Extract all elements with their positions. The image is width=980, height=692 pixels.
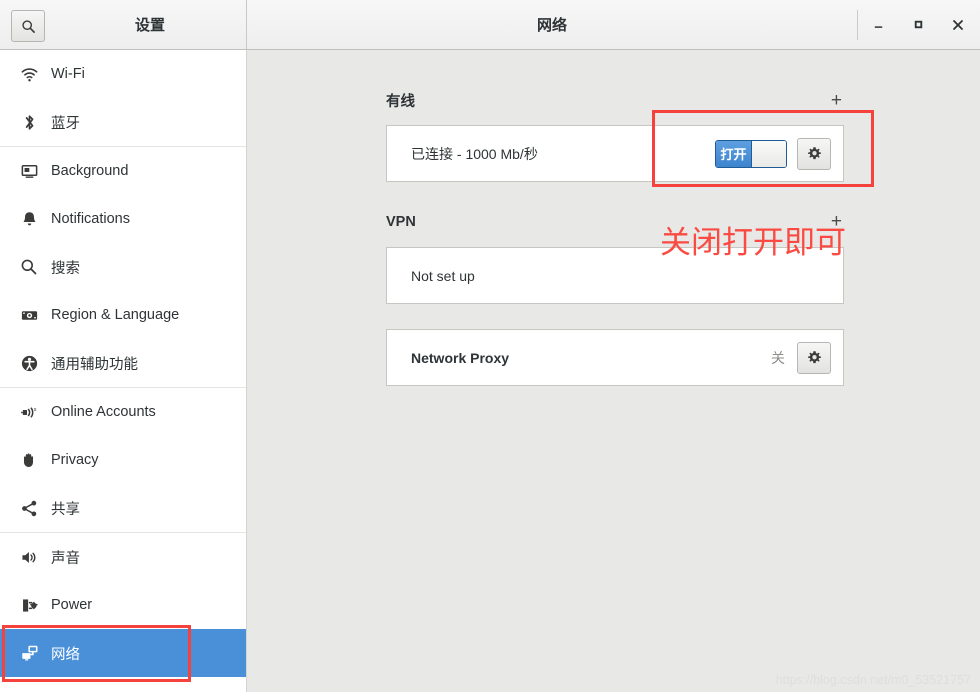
sidebar-item-power[interactable]: Power bbox=[0, 581, 246, 629]
sidebar-item-region-language[interactable]: Region & Language bbox=[0, 291, 246, 339]
vpn-section-title: VPN bbox=[386, 213, 416, 230]
search-button[interactable] bbox=[11, 10, 45, 42]
bell-icon bbox=[14, 210, 44, 229]
sidebar-item-background[interactable]: Background bbox=[0, 147, 246, 195]
online-accounts-icon: s bbox=[14, 403, 44, 422]
add-wired-connection-button[interactable]: + bbox=[829, 91, 844, 110]
sidebar-item-sound[interactable]: 声音 bbox=[0, 533, 246, 581]
sidebar-item-search[interactable]: 搜索 bbox=[0, 243, 246, 291]
network-proxy-card: Network Proxy 关 bbox=[386, 329, 844, 386]
privacy-hand-icon bbox=[14, 451, 44, 470]
settings-title: 设置 bbox=[134, 17, 165, 34]
maximize-icon bbox=[914, 20, 922, 29]
wired-settings-button[interactable] bbox=[797, 137, 831, 170]
share-icon bbox=[14, 499, 44, 518]
sidebar-item-label: 声音 bbox=[51, 550, 80, 567]
wired-toggle-switch[interactable]: 打开 bbox=[715, 139, 787, 168]
vpn-status-text: Not set up bbox=[411, 267, 475, 284]
sound-icon bbox=[14, 548, 44, 567]
window-header-bar: 设置 网络 bbox=[0, 0, 980, 50]
background-icon bbox=[14, 162, 44, 181]
close-icon bbox=[953, 19, 963, 30]
sidebar-item-label: 搜索 bbox=[51, 260, 80, 277]
sidebar-item-label: Wi-Fi bbox=[51, 66, 85, 82]
gear-icon bbox=[807, 147, 821, 160]
region-language-icon bbox=[14, 306, 44, 325]
sidebar-item-label: Region & Language bbox=[51, 307, 180, 323]
gear-icon bbox=[807, 351, 821, 364]
sidebar-item-network[interactable]: 网络 bbox=[0, 629, 246, 677]
network-icon bbox=[14, 644, 44, 663]
network-proxy-state-label: 关 bbox=[771, 349, 785, 366]
sidebar-item-bluetooth[interactable]: 蓝牙 bbox=[0, 98, 246, 146]
header-sidebar-section: 设置 bbox=[0, 0, 247, 49]
sidebar-item-label: Power bbox=[51, 597, 93, 613]
wifi-icon bbox=[14, 65, 44, 84]
watermark: https://blog.csdn.net/m0_53521757 bbox=[775, 673, 971, 687]
sidebar-item-wifi[interactable]: Wi-Fi bbox=[0, 50, 246, 98]
wired-status-text: 已连接 - 1000 Mb/秒 bbox=[411, 145, 538, 162]
sidebar-item-label: 通用辅助功能 bbox=[51, 356, 138, 373]
sidebar-item-label: Background bbox=[51, 163, 129, 179]
power-plug-icon bbox=[14, 596, 44, 615]
wired-toggle-state-label: 打开 bbox=[716, 140, 751, 167]
svg-text:s: s bbox=[33, 407, 36, 413]
wired-toggle-knob bbox=[750, 140, 786, 167]
sidebar-item-privacy[interactable]: Privacy bbox=[0, 436, 246, 484]
sidebar-item-accessibility[interactable]: 通用辅助功能 bbox=[0, 339, 246, 387]
window-controls bbox=[858, 0, 978, 49]
maximize-button[interactable] bbox=[898, 0, 938, 49]
close-button[interactable] bbox=[938, 0, 978, 49]
sidebar-item-label: Notifications bbox=[51, 211, 130, 227]
vpn-card[interactable]: Not set up bbox=[386, 247, 844, 304]
sidebar-item-notifications[interactable]: Notifications bbox=[0, 195, 246, 243]
sidebar-item-label: 蓝牙 bbox=[51, 115, 80, 132]
network-proxy-title: Network Proxy bbox=[411, 349, 510, 366]
minimize-button[interactable] bbox=[858, 0, 898, 49]
wired-section-header: 有线 + bbox=[386, 90, 844, 111]
sidebar-item-label: Privacy bbox=[51, 452, 99, 468]
accessibility-icon bbox=[14, 354, 44, 373]
settings-window: 设置 网络 Wi-Fi 蓝牙 Background Notifications … bbox=[0, 0, 980, 692]
sidebar-item-label: 共享 bbox=[51, 501, 80, 518]
bluetooth-icon bbox=[14, 113, 44, 132]
wired-connection-card: 已连接 - 1000 Mb/秒 打开 bbox=[386, 125, 844, 182]
minimize-icon bbox=[874, 26, 882, 28]
network-settings-content: 有线 + 已连接 - 1000 Mb/秒 打开 VPN + Not set up… bbox=[247, 50, 980, 692]
sidebar-item-label: Online Accounts bbox=[51, 404, 156, 420]
sidebar-item-sharing[interactable]: 共享 bbox=[0, 484, 246, 532]
search-icon bbox=[14, 258, 44, 276]
add-vpn-button[interactable]: + bbox=[829, 212, 844, 231]
search-icon bbox=[21, 19, 35, 33]
wired-section-title: 有线 bbox=[386, 94, 415, 110]
sidebar-item-label: 网络 bbox=[51, 646, 80, 663]
page-title: 网络 bbox=[536, 17, 567, 34]
settings-sidebar: Wi-Fi 蓝牙 Background Notifications 搜索 Reg… bbox=[0, 50, 247, 692]
sidebar-item-online-accounts[interactable]: s Online Accounts bbox=[0, 388, 246, 436]
network-proxy-settings-button[interactable] bbox=[797, 341, 831, 374]
vpn-section-header: VPN + bbox=[386, 212, 844, 231]
